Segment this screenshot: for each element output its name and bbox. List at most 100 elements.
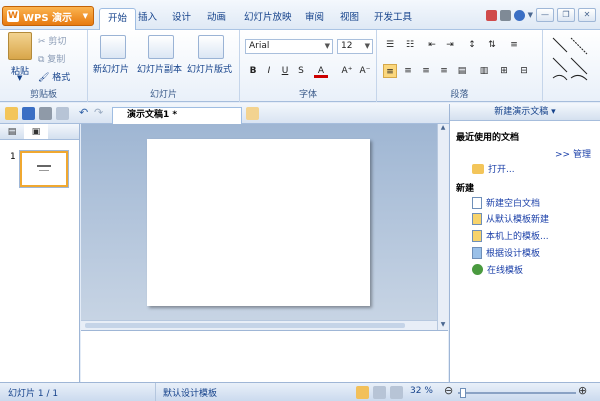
restore-button[interactable]: ❐: [557, 8, 575, 22]
slides-tab-icon[interactable]: ▣: [24, 124, 48, 139]
slides-group-label: 幻灯片: [149, 90, 177, 100]
zoom-slider[interactable]: [458, 392, 576, 394]
paragraph-group: ☰ ☷ ⇤ ⇥ ↕ ⇅ ≡ ≡ ≡ ≡ ≡ ▤ ▥ ⊞ ⊟ 段落: [377, 30, 543, 102]
paste-icon[interactable]: [8, 32, 32, 60]
blank-doc-icon: [472, 196, 482, 209]
new-tab-icon[interactable]: [246, 107, 259, 120]
open-icon[interactable]: [5, 107, 18, 120]
normal-view-icon[interactable]: [356, 386, 369, 399]
duplicate-slide-icon[interactable]: [148, 35, 174, 59]
new-from-default-link[interactable]: 从默认模板新建: [472, 212, 549, 225]
folder-icon: [472, 163, 484, 174]
new-slide-icon[interactable]: [100, 35, 126, 59]
design-template-icon: [472, 246, 482, 259]
home-icon[interactable]: [485, 9, 497, 21]
tab-review[interactable]: 审阅: [297, 8, 332, 30]
template-name: 默认设计模板: [163, 389, 218, 399]
zoom-out-icon[interactable]: ⊖: [444, 384, 453, 397]
minimize-button[interactable]: —: [536, 8, 554, 22]
font-color-button[interactable]: A: [314, 64, 328, 78]
preview-icon[interactable]: [56, 107, 69, 120]
columns-icon[interactable]: ▥: [477, 64, 491, 78]
font-group-label: 字体: [298, 90, 317, 100]
app-menu-button[interactable]: W WPS 演示 ▼: [2, 6, 94, 26]
task-pane-title: 新建演示文稿: [494, 107, 549, 117]
align-center-icon[interactable]: ≡: [401, 64, 415, 78]
drawing-group: [543, 30, 600, 102]
bold-button[interactable]: B: [246, 64, 260, 78]
close-button[interactable]: ✕: [578, 8, 596, 22]
tab-insert[interactable]: 插入: [130, 8, 165, 30]
notes-pane[interactable]: [81, 330, 448, 382]
justify-icon[interactable]: ≡: [437, 64, 451, 78]
shrink-font-button[interactable]: A⁻: [358, 64, 372, 78]
horizontal-scrollbar[interactable]: [81, 320, 437, 330]
local-templates-link[interactable]: 本机上的模板...: [472, 229, 549, 242]
slide-number: 1: [10, 152, 16, 162]
tab-developer[interactable]: 开发工具: [366, 8, 420, 30]
redo-icon[interactable]: ↷: [94, 106, 103, 119]
print-icon[interactable]: [39, 107, 52, 120]
slide[interactable]: [147, 139, 370, 306]
document-tab-label: 演示文稿1 *: [127, 110, 178, 120]
paste-chevron-icon[interactable]: ▼: [17, 74, 22, 82]
tab-animation[interactable]: 动画: [199, 8, 234, 30]
convert-smartart-icon[interactable]: ⊞: [497, 64, 511, 78]
scroll-down-icon[interactable]: ▼: [438, 321, 448, 328]
scroll-up-icon[interactable]: ▲: [438, 124, 448, 131]
local-template-icon: [472, 229, 482, 242]
paragraph-settings-icon[interactable]: ⊟: [517, 64, 531, 78]
document-tab[interactable]: 演示文稿1 *: [112, 107, 242, 124]
cut-button[interactable]: ✂ 剪切: [38, 34, 66, 47]
manage-link[interactable]: >> 管理: [555, 147, 591, 160]
distribute-icon[interactable]: ▤: [455, 64, 469, 78]
copy-button[interactable]: ⧉ 复制: [38, 52, 65, 65]
outline-tab-icon[interactable]: ▤: [0, 124, 24, 139]
help-icon[interactable]: [513, 9, 525, 21]
decrease-indent-icon[interactable]: ⇤: [425, 38, 439, 52]
strike-button[interactable]: S: [294, 64, 308, 78]
increase-indent-icon[interactable]: ⇥: [443, 38, 457, 52]
design-template-link[interactable]: 根据设计模板: [472, 246, 540, 259]
new-section-label: 新建: [456, 184, 475, 194]
tab-design[interactable]: 设计: [164, 8, 199, 30]
skin-icon[interactable]: [499, 9, 511, 21]
font-size-combo[interactable]: 12 ▼: [337, 39, 373, 54]
undo-icon[interactable]: ↶: [79, 106, 88, 119]
online-templates-link[interactable]: 在线模板: [472, 263, 523, 276]
new-slide-button[interactable]: 新幻灯片: [93, 62, 129, 75]
vertical-scrollbar[interactable]: ▲ ▼: [437, 124, 448, 330]
slide-layout-button[interactable]: 幻灯片版式: [187, 62, 232, 75]
numbering-icon[interactable]: ☷: [403, 38, 417, 52]
text-direction-icon[interactable]: ⇅: [485, 38, 499, 52]
new-blank-link[interactable]: 新建空白文档: [472, 196, 540, 209]
scroll-thumb[interactable]: [85, 323, 405, 328]
slide-thumbnail[interactable]: [20, 151, 68, 187]
tab-view[interactable]: 视图: [332, 8, 367, 30]
grow-font-button[interactable]: A⁺: [340, 64, 354, 78]
line-spacing-icon[interactable]: ↕: [465, 38, 479, 52]
font-name-combo[interactable]: Arial ▼: [245, 39, 333, 54]
bullets-icon[interactable]: ☰: [383, 38, 397, 52]
align-text-icon[interactable]: ≡: [507, 38, 521, 52]
align-left-icon[interactable]: ≡: [383, 64, 397, 78]
shapes-gallery-icon[interactable]: [549, 34, 593, 84]
slide-layout-icon[interactable]: [198, 35, 224, 59]
status-bar: 幻灯片 1 / 1 默认设计模板 32 % ⊖ ⊕: [0, 382, 600, 401]
underline-button[interactable]: U: [278, 64, 292, 78]
tab-slideshow[interactable]: 幻灯片放映: [236, 8, 300, 30]
dropdown-icon[interactable]: ▼: [528, 11, 533, 19]
format-painter-button[interactable]: 🖌 格式: [38, 70, 70, 83]
globe-icon: [472, 264, 483, 275]
zoom-in-icon[interactable]: ⊕: [578, 384, 587, 397]
zoom-slider-thumb[interactable]: [460, 388, 466, 398]
italic-button[interactable]: I: [262, 64, 276, 78]
task-pane: 新建演示文稿 ▾: [449, 104, 600, 382]
slideshow-view-icon[interactable]: [390, 386, 403, 399]
align-right-icon[interactable]: ≡: [419, 64, 433, 78]
duplicate-slide-button[interactable]: 幻灯片副本: [137, 62, 182, 75]
sorter-view-icon[interactable]: [373, 386, 386, 399]
window-controls: ▼ — ❐ ✕: [485, 8, 596, 22]
open-link[interactable]: 打开...: [472, 162, 515, 175]
save-icon[interactable]: [22, 107, 35, 120]
